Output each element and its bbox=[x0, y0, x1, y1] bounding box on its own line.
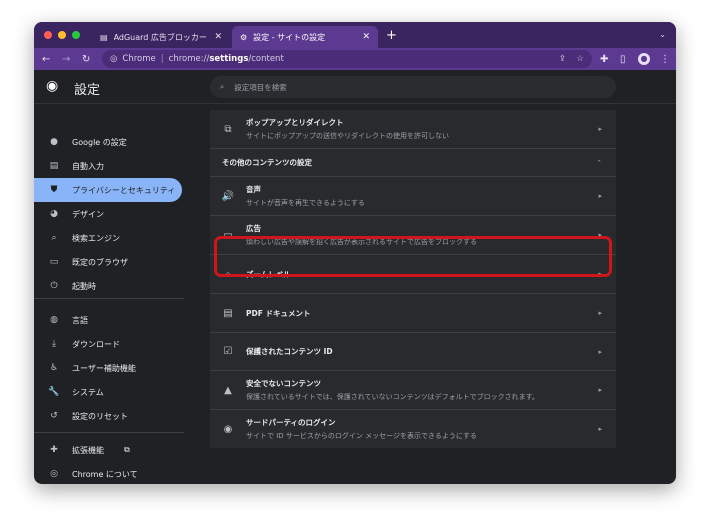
sidebar-item-palette[interactable]: ◕ デザイン bbox=[34, 202, 182, 226]
pdf-icon: ▤ bbox=[223, 307, 233, 319]
chrome-icon: ◎ bbox=[110, 54, 118, 64]
divider bbox=[34, 298, 184, 299]
sidebar-item-shield[interactable]: ⛊ プライバシーとセキュリティ bbox=[34, 178, 182, 202]
sidebar-item-search[interactable]: ⌕ 検索エンジン bbox=[34, 226, 182, 250]
sidebar-item-wrench[interactable]: 🔧 システム bbox=[34, 380, 182, 404]
arrow-right-icon: ▸ bbox=[598, 347, 602, 356]
sidebar-item-accessibility[interactable]: ♿ ユーザー補助機能 bbox=[34, 356, 182, 380]
shield-icon: ⛊ bbox=[50, 185, 58, 195]
gear-icon: ⚙ bbox=[240, 32, 248, 42]
content-row-protected-content[interactable]: ☑ 保護されたコンテンツ ID ▸ bbox=[210, 332, 616, 370]
close-window-button[interactable] bbox=[44, 31, 52, 39]
browser-window: ▤ AdGuard 広告ブロッカー - Chrom ✕ ⚙ 設定 - サイトの設… bbox=[34, 22, 676, 484]
protected-content-icon: ☑ bbox=[223, 346, 233, 357]
globe-icon: ◍ bbox=[50, 315, 58, 325]
sidebar-item-chrome[interactable]: ◎ Chrome について bbox=[34, 462, 182, 484]
arrow-right-icon: ▸ bbox=[598, 125, 602, 133]
tab-search-chevron-icon[interactable]: ⌄ bbox=[659, 30, 666, 39]
search-icon: ⌕ bbox=[220, 82, 225, 91]
reset-icon: ↺ bbox=[50, 411, 58, 421]
divider bbox=[34, 432, 184, 433]
arrow-right-icon: ▸ bbox=[598, 386, 602, 394]
sidebar-item-reset[interactable]: ↺ 設定のリセット bbox=[34, 404, 182, 428]
close-tab-icon[interactable]: ✕ bbox=[362, 32, 370, 42]
url-text: chrome://settings/content bbox=[168, 54, 284, 64]
account-icon: ◉ bbox=[223, 423, 233, 435]
chrome-icon: ◎ bbox=[50, 469, 58, 479]
palette-icon: ◕ bbox=[50, 209, 58, 219]
sidebar-item-browser[interactable]: ▭ 既定のブラウザ bbox=[34, 250, 182, 274]
arrow-right-icon: ▸ bbox=[598, 425, 602, 433]
content-row-warning[interactable]: ▲ 安全でないコンテンツ 保護されているサイトでは、保護されていないコンテンツはデフ… bbox=[210, 370, 616, 409]
highlight-box bbox=[214, 236, 612, 277]
star-icon[interactable]: ☆ bbox=[576, 54, 584, 64]
speaker-icon: 🔊 bbox=[221, 190, 235, 202]
content-row-account[interactable]: ◉ サードパーティのログイン サイトで ID サービスからのログイン メッセージを表… bbox=[210, 409, 616, 448]
open-external-icon: ⧉ bbox=[124, 445, 130, 454]
other-content-settings-header[interactable]: その他のコンテンツの設定 ⌃ bbox=[210, 148, 616, 176]
zoom-window-button[interactable] bbox=[72, 31, 80, 39]
puzzle-icon: ✚ bbox=[50, 445, 58, 455]
side-panel-icon[interactable]: ▯ bbox=[620, 54, 626, 65]
clipboard-icon: ▤ bbox=[49, 161, 59, 171]
sidebar: ● Google の設定 ▤ 自動入力 ⛊ プライバシーとセキュリティ ◕ デザイン ⌕ 検索エン… bbox=[34, 104, 208, 484]
content-row-speaker[interactable]: 🔊 音声 サイトが音声を再生できるようにする ▸ bbox=[210, 176, 616, 215]
address-bar[interactable]: ◎ Chrome | chrome://settings/content ⇪ ☆ bbox=[102, 50, 592, 68]
settings-search-input[interactable]: ⌕ 設定項目を検索 bbox=[210, 76, 616, 98]
reload-button[interactable]: ↻ bbox=[82, 54, 90, 65]
person-icon: ● bbox=[50, 137, 58, 147]
sidebar-item-globe[interactable]: ◍ 言語 bbox=[34, 308, 182, 332]
extensions-icon[interactable]: ✚ bbox=[600, 54, 608, 65]
chrome-logo-icon: ◉ bbox=[46, 78, 59, 94]
arrow-right-icon: ▸ bbox=[598, 309, 602, 317]
search-icon: ⌕ bbox=[51, 233, 57, 243]
content-row-pdf[interactable]: ▤ PDF ドキュメント ▸ bbox=[210, 293, 616, 332]
content-card: ⧉ ポップアップとリダイレクト サイトにポップアップの送信やリダイレクトの使用を許… bbox=[210, 110, 616, 448]
settings-header: ◉ 設定 ⌕ 設定項目を検索 bbox=[34, 70, 676, 104]
toolbar: ← → ↻ ◎ Chrome | chrome://settings/conte… bbox=[34, 48, 676, 70]
share-icon[interactable]: ⇪ bbox=[559, 54, 566, 64]
wrench-icon: 🔧 bbox=[48, 387, 60, 397]
divider: | bbox=[160, 54, 164, 64]
page-title: 設定 bbox=[74, 83, 101, 98]
power-icon: ⏻ bbox=[50, 281, 58, 291]
tab-bar: ▤ AdGuard 広告ブロッカー - Chrom ✕ ⚙ 設定 - サイトの設… bbox=[34, 22, 676, 48]
tab-adguard[interactable]: ▤ AdGuard 広告ブロッカー - Chrom ✕ bbox=[92, 26, 230, 48]
accessibility-icon: ♿ bbox=[49, 363, 59, 373]
sidebar-item-puzzle[interactable]: ✚ 拡張機能 ⧉ bbox=[34, 438, 182, 462]
adguard-icon: ▤ bbox=[100, 32, 108, 42]
warning-icon: ▲ bbox=[224, 384, 232, 396]
sidebar-item-download[interactable]: ⤓ ダウンロード bbox=[34, 332, 182, 356]
profile-avatar[interactable]: ● bbox=[638, 53, 650, 65]
open-external-icon: ⧉ bbox=[224, 123, 232, 135]
new-tab-button[interactable]: + bbox=[386, 28, 397, 43]
tab-settings[interactable]: ⚙ 設定 - サイトの設定 ✕ bbox=[232, 26, 378, 48]
close-tab-icon[interactable]: ✕ bbox=[214, 32, 222, 42]
arrow-right-icon: ▸ bbox=[598, 192, 602, 200]
sidebar-item-person[interactable]: ● Google の設定 bbox=[34, 130, 182, 154]
sidebar-item-power[interactable]: ⏻ 起動時 bbox=[34, 274, 182, 298]
back-button[interactable]: ← bbox=[42, 54, 50, 65]
forward-button[interactable]: → bbox=[62, 54, 70, 65]
menu-icon[interactable]: ⋮ bbox=[660, 54, 670, 65]
sidebar-item-clipboard[interactable]: ▤ 自動入力 bbox=[34, 154, 182, 178]
chevron-up-icon: ⌃ bbox=[596, 158, 602, 167]
popup-redirect-row[interactable]: ⧉ ポップアップとリダイレクト サイトにポップアップの送信やリダイレクトの使用を許… bbox=[210, 110, 616, 148]
minimize-window-button[interactable] bbox=[58, 31, 66, 39]
download-icon: ⤓ bbox=[52, 339, 56, 349]
browser-icon: ▭ bbox=[49, 257, 59, 267]
